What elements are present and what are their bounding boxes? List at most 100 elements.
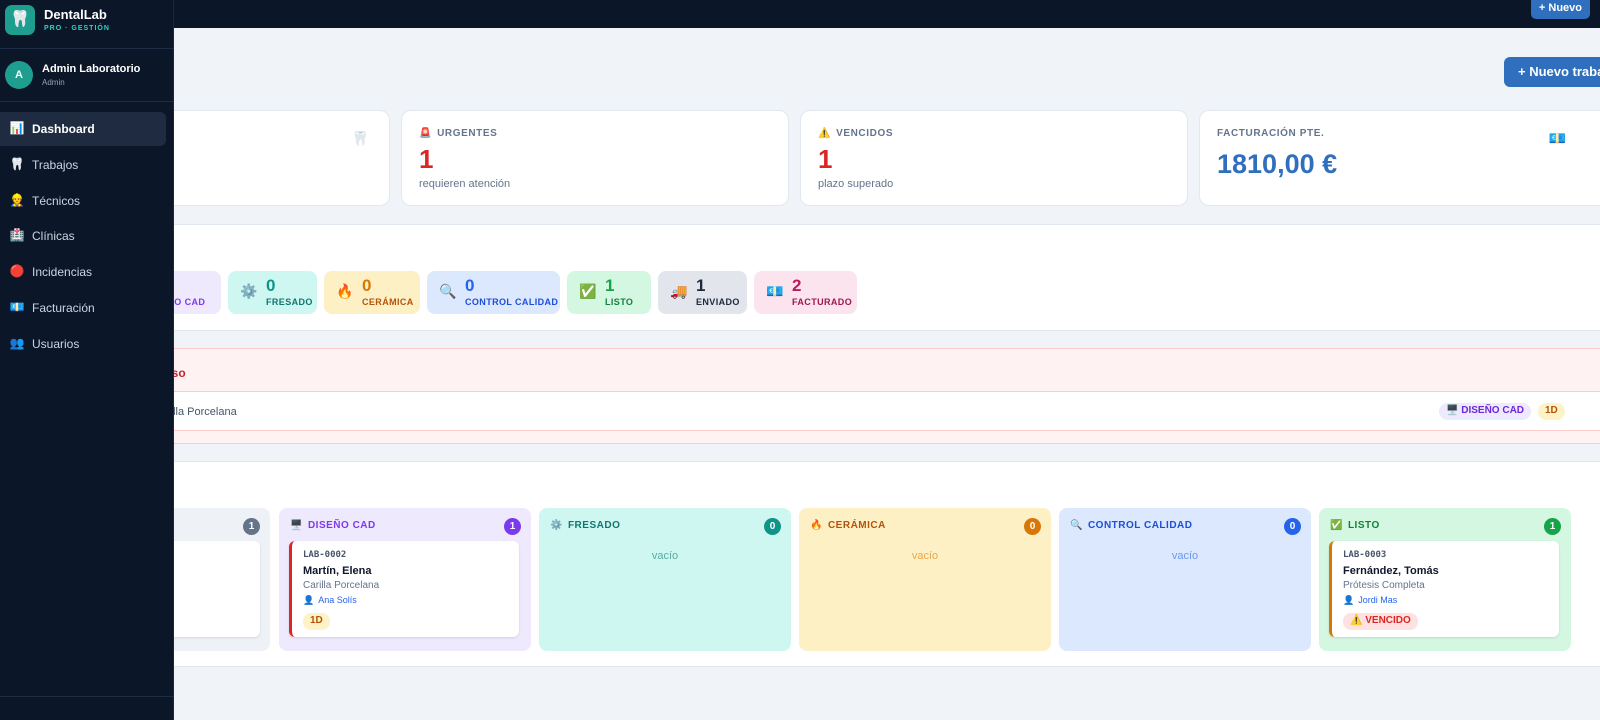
monitor-icon: 🖥️ — [290, 520, 303, 531]
fire-icon: 🔥 — [810, 520, 823, 531]
siren-icon: 🚨 — [419, 128, 433, 139]
column-empty: vacío — [1171, 550, 1199, 562]
check-icon: ✅ — [579, 283, 597, 299]
hospital-icon: 🏥 — [9, 228, 25, 242]
brand-name: DentalLab — [44, 7, 107, 22]
kanban-column-quality: 🔍 CONTROL CALIDAD 0 vacío — [1059, 508, 1311, 651]
pipeline-chip-billed[interactable]: 💶 2 FACTURADO — [754, 271, 857, 314]
topbar-new-button[interactable]: + Nuevo — [1530, 0, 1590, 19]
stat-subtext: requieren atención — [419, 178, 511, 190]
sidebar-item-tecnicos[interactable]: 👷 Técnicos — [0, 184, 166, 218]
main-content: n + Nuevo trabajo 🦷 🚨URGENTES 1 requiere… — [0, 28, 1600, 720]
stat-card-billing[interactable]: FACTURACIÓN PTE. 1810,00 € 💶 — [1199, 110, 1600, 206]
sidebar-item-trabajos[interactable]: 🦷 Trabajos — [0, 148, 166, 182]
pipeline-chip-quality[interactable]: 🔍 0 CONTROL CALIDAD — [427, 271, 560, 314]
chip-count: 1 — [605, 276, 615, 295]
sidebar-item-usuarios[interactable]: 👥 Usuarios — [0, 327, 166, 361]
new-job-button[interactable]: + Nuevo trabajo — [1504, 57, 1600, 87]
pipeline-chip-ready[interactable]: ✅ 1 LISTO — [567, 271, 651, 314]
pipeline-chip-sent[interactable]: 🚚 1 ENVIADO — [658, 271, 747, 314]
chip-label: CONTROL CALIDAD — [465, 297, 559, 307]
person-icon: 👤 — [303, 595, 315, 605]
column-title: 🔍 CONTROL CALIDAD — [1070, 520, 1193, 531]
truck-icon: 🚚 — [670, 283, 688, 299]
sidebar-item-label: Facturación — [32, 301, 95, 315]
column-title: ⚙️ FRESADO — [550, 520, 621, 531]
chip-label: ENVIADO — [696, 297, 740, 307]
column-count: 1 — [1544, 518, 1561, 535]
tooth-icon: 🦷 — [9, 157, 25, 171]
job-card[interactable]: LAB-0003 Fernández, Tomás Prótesis Compl… — [1329, 541, 1559, 637]
sidebar-item-label: Clínicas — [32, 229, 75, 243]
column-count: 0 — [1024, 518, 1041, 535]
sidebar-item-clinicas[interactable]: 🏥 Clínicas — [0, 219, 166, 253]
person-icon: 👤 — [1343, 595, 1355, 605]
chip-label: LISTO — [605, 297, 634, 307]
sidebar-item-label: Usuarios — [32, 337, 80, 351]
money-icon: 💶 — [9, 300, 25, 314]
pipeline-chip-ceramic[interactable]: 🔥 0 CERÁMICA — [324, 271, 420, 314]
stat-card-urgent[interactable]: 🚨 URGENTES 1 requieren atención — [401, 110, 789, 206]
days-tag: 1D — [1538, 403, 1565, 420]
sidebar-divider — [0, 696, 174, 697]
avatar[interactable]: A — [5, 61, 33, 89]
stat-card-overdue[interactable]: ⚠️ VENCIDOS 1 plazo superado — [800, 110, 1188, 206]
user-role: Admin — [42, 78, 65, 87]
job-type: Prótesis Completa — [1343, 580, 1425, 591]
stat-value: 1810,00 € — [1217, 149, 1338, 179]
sidebar-divider — [0, 101, 174, 102]
column-title: ✅ LISTO — [1330, 520, 1380, 531]
job-patient: Fernández, Tomás — [1343, 565, 1439, 577]
sidebar-item-label: Dashboard — [32, 122, 95, 136]
chip-count: 1 — [696, 276, 706, 295]
column-count: 1 — [243, 518, 260, 535]
sidebar: 🦷 DentalLab PRO · GESTIÓN A Admin Labora… — [0, 0, 174, 720]
pipeline-chip-milling[interactable]: ⚙️ 0 FRESADO — [228, 271, 317, 314]
sidebar-item-incidencias[interactable]: 🔴 Incidencias — [0, 255, 166, 289]
days-tag: 1D — [303, 613, 330, 630]
stat-label: ⚠️ VENCIDOS — [818, 128, 894, 139]
sidebar-item-label: Trabajos — [32, 158, 79, 172]
check-icon: ✅ — [1330, 520, 1343, 531]
job-patient: Martín, Elena — [303, 565, 372, 577]
tooth-icon: 🦷 — [351, 130, 369, 146]
overdue-alert-panel: rso rilla Porcelana 🖥️ DISEÑO CAD 1D — [150, 348, 1600, 444]
chart-icon: 📊 — [9, 121, 25, 135]
column-empty: vacío — [911, 550, 939, 562]
sidebar-item-label: Incidencias — [32, 265, 93, 279]
job-card[interactable]: LAB-0002 Martín, Elena Carilla Porcelana… — [289, 541, 519, 637]
sidebar-item-label: Técnicos — [32, 194, 81, 208]
gear-icon: ⚙️ — [550, 520, 563, 531]
overdue-tag: ⚠️ VENCIDO — [1343, 613, 1418, 630]
alert-row-text: rilla Porcelana — [167, 406, 237, 418]
warning-icon: ⚠️ — [818, 128, 832, 139]
tooth-icon[interactable]: 🦷 — [5, 5, 35, 35]
worker-icon: 👷 — [9, 193, 25, 207]
job-technician: 👤 Jordi Mas — [1343, 595, 1398, 605]
kanban-column-ready: ✅ LISTO 1 LAB-0003 Fernández, Tomás Próte… — [1319, 508, 1571, 651]
column-count: 1 — [504, 518, 521, 535]
sidebar-item-facturacion[interactable]: 💶 Facturación — [0, 291, 166, 325]
sidebar-item-dashboard[interactable]: 📊 Dashboard — [0, 112, 166, 146]
kanban-column-milling: ⚙️ FRESADO 0 vacío — [539, 508, 791, 651]
job-code: LAB-0002 — [303, 550, 347, 560]
stage-tag: 🖥️ DISEÑO CAD — [1439, 403, 1532, 420]
chip-label: CERÁMICA — [362, 297, 414, 307]
top-bar: + Nuevo — [0, 0, 1600, 28]
brand-subtitle: PRO · GESTIÓN — [44, 25, 110, 32]
stat-label: 🚨 URGENTES — [419, 128, 498, 139]
stat-label: FACTURACIÓN PTE. — [1217, 128, 1325, 139]
alert-row[interactable]: rilla Porcelana 🖥️ DISEÑO CAD 1D — [151, 391, 1600, 431]
column-count: 0 — [1284, 518, 1301, 535]
money-icon: 💶 — [1548, 130, 1566, 146]
stat-subtext: plazo superado — [818, 178, 894, 190]
stat-card-jobs: 🦷 — [150, 110, 390, 206]
chip-count: 0 — [465, 276, 475, 295]
stat-value: 1 — [818, 144, 833, 174]
red-circle-icon: 🔴 — [9, 264, 25, 278]
chip-count: 2 — [792, 276, 802, 295]
column-count: 0 — [764, 518, 781, 535]
stat-value: 1 — [419, 144, 434, 174]
chip-count: 0 — [266, 276, 276, 295]
magnifier-icon: 🔍 — [1070, 520, 1083, 531]
